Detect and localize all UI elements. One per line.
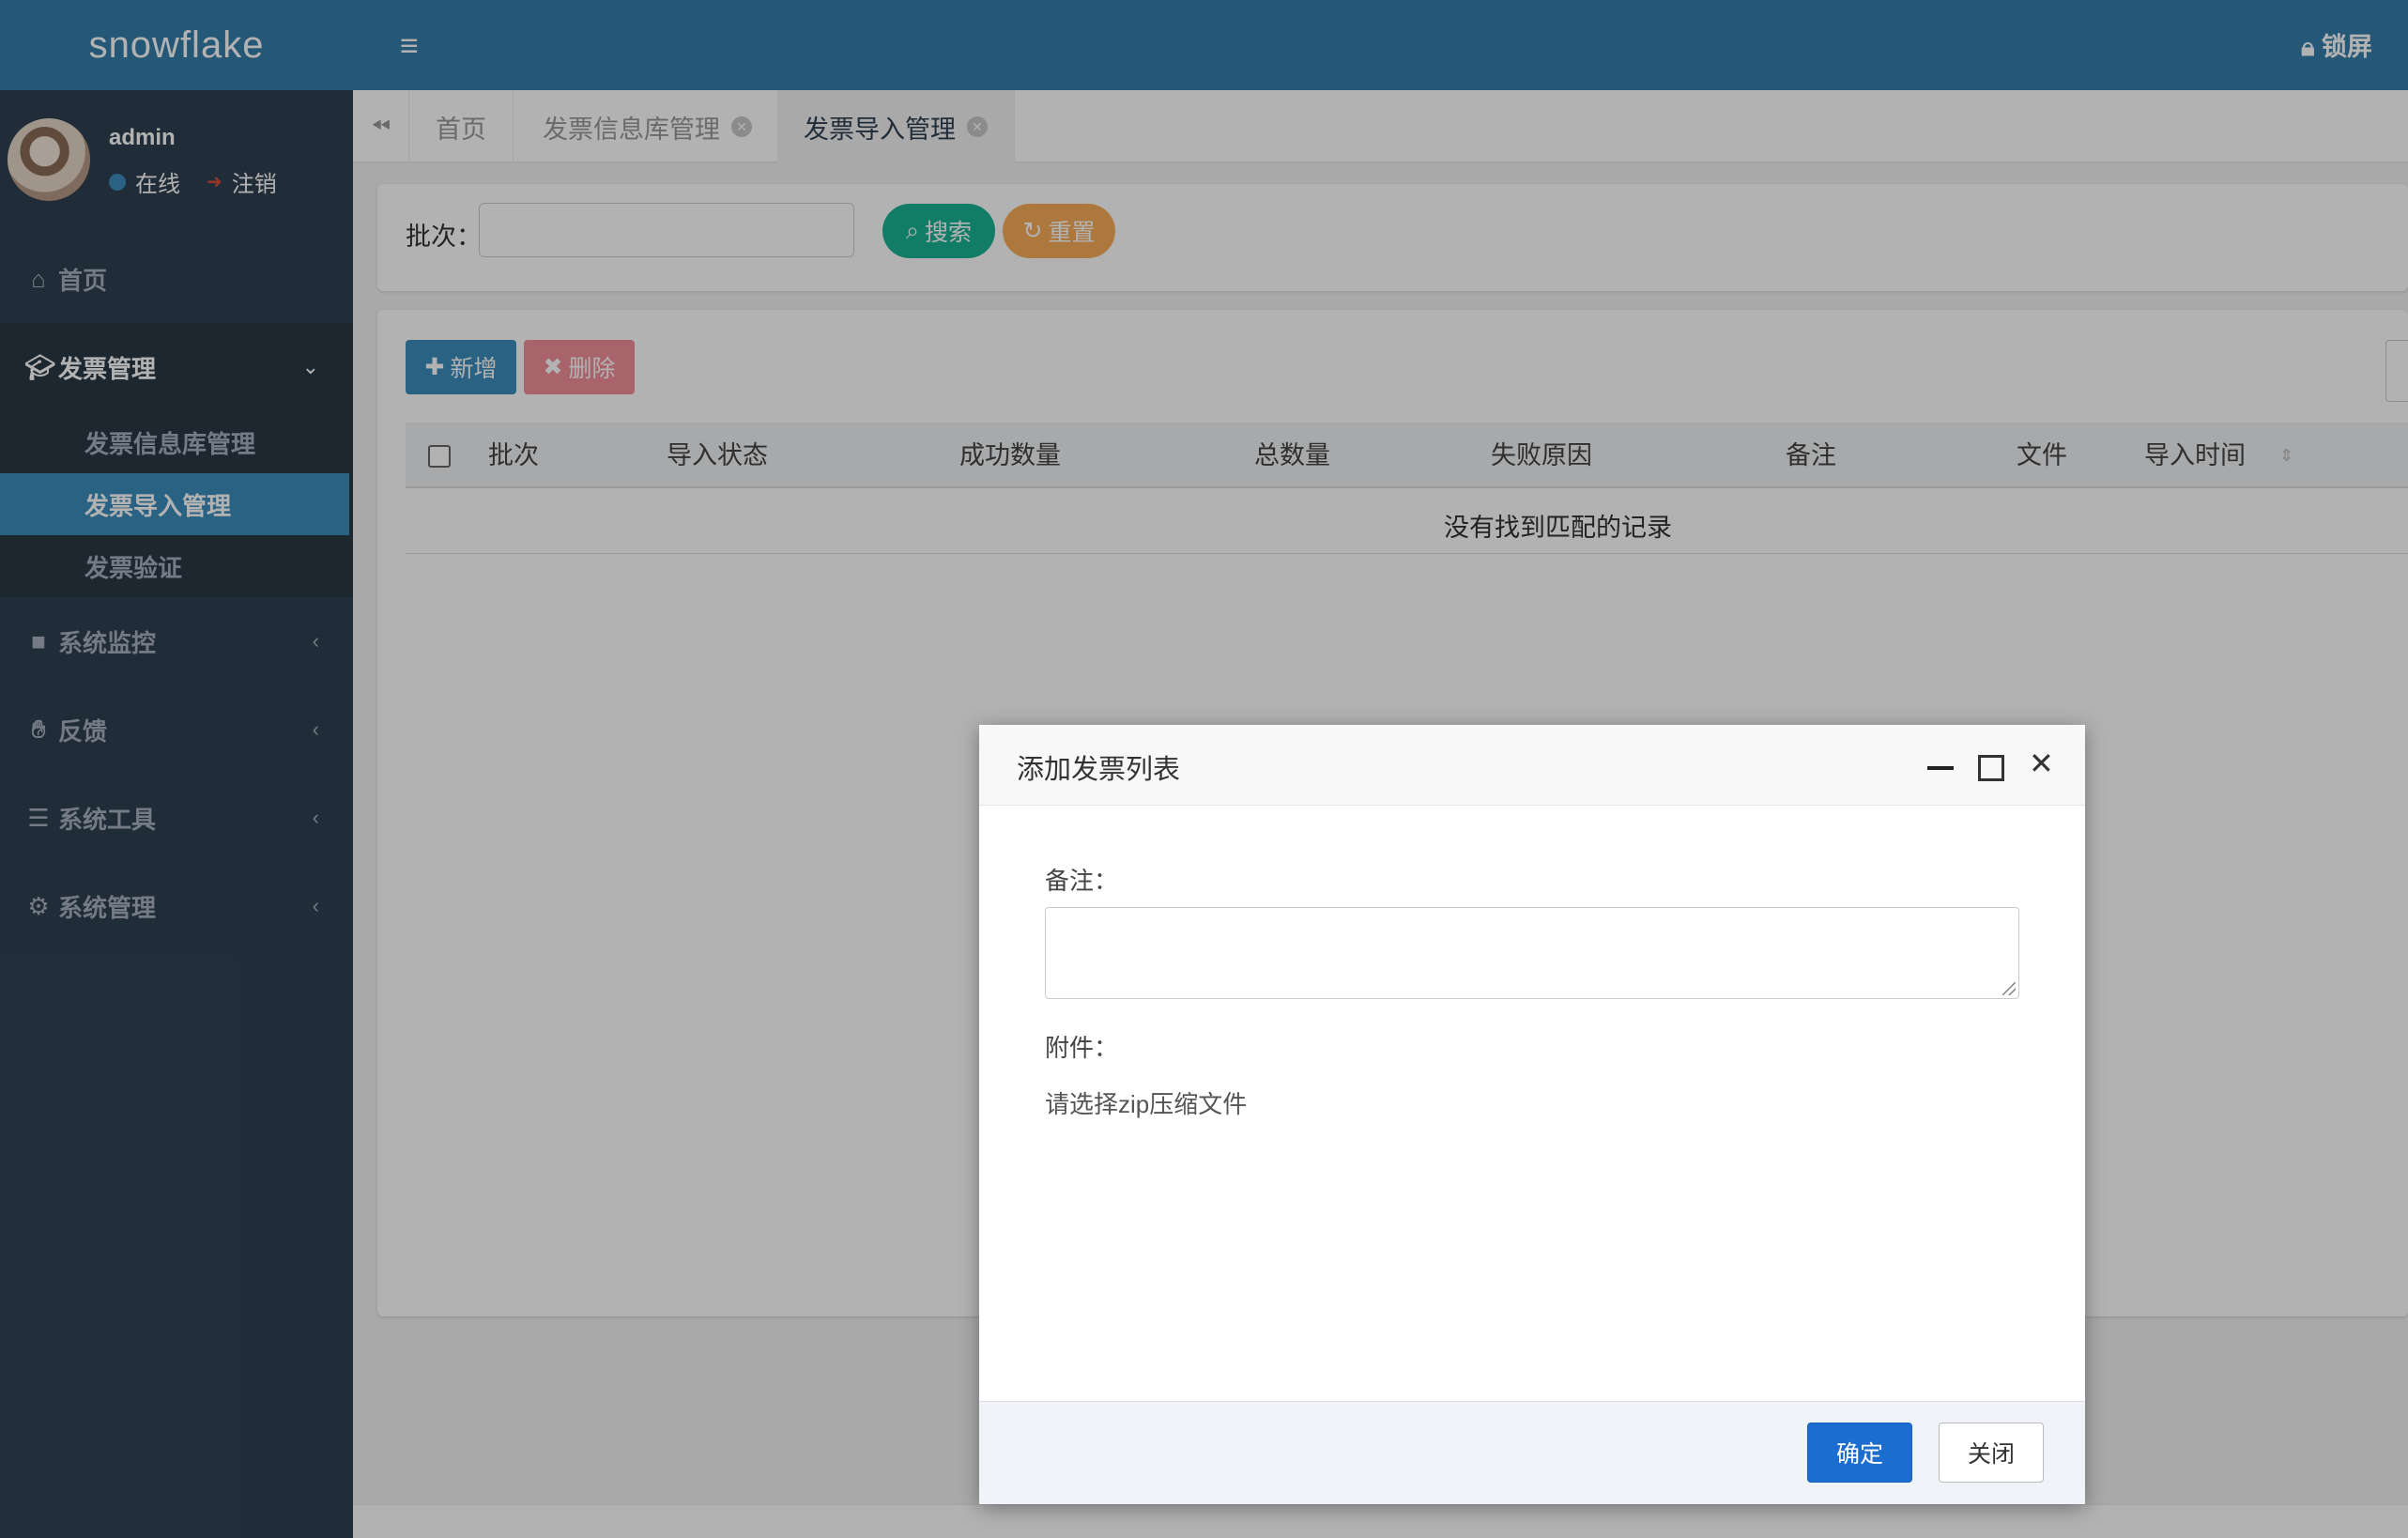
resize-handle-icon[interactable]	[2002, 982, 2016, 995]
maximize-icon[interactable]	[1978, 755, 2004, 781]
dialog-title: 添加发票列表	[1017, 755, 1181, 785]
attachment-label: 附件：	[1045, 1034, 1119, 1062]
close-icon[interactable]: ✕	[2029, 746, 2054, 781]
add-invoice-dialog: 添加发票列表 ✕ 备注： 附件： 请选择zip压缩文件 确定 关闭	[979, 725, 2085, 1504]
confirm-button[interactable]: 确定	[1807, 1423, 1912, 1483]
file-picker[interactable]: 请选择zip压缩文件	[1045, 1085, 1247, 1120]
dialog-footer: 确定 关闭	[979, 1401, 2085, 1504]
minimize-icon[interactable]	[1927, 766, 1954, 770]
remark-label: 备注：	[1045, 867, 1119, 895]
close-button[interactable]: 关闭	[1939, 1423, 2044, 1483]
dialog-header[interactable]: 添加发票列表 ✕	[979, 725, 2085, 806]
remark-textarea[interactable]	[1045, 907, 2019, 999]
